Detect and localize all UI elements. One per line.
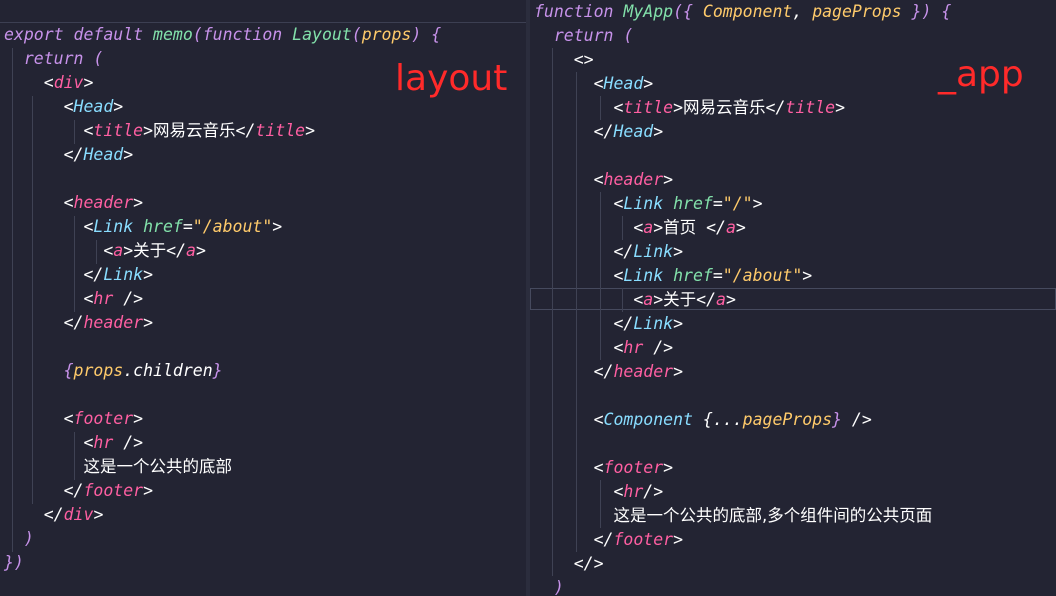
code-line[interactable]: ) bbox=[534, 576, 564, 596]
code-line[interactable]: </Link> bbox=[4, 263, 153, 287]
code-line[interactable]: <Head> bbox=[4, 95, 124, 119]
code-line[interactable]: <hr /> bbox=[4, 431, 143, 455]
code-line[interactable]: 这是一个公共的底部 bbox=[4, 455, 232, 479]
pane-label: layout bbox=[395, 58, 508, 99]
code-line[interactable]: <header> bbox=[4, 191, 143, 215]
code-line[interactable]: <Head> bbox=[534, 72, 654, 96]
code-line[interactable]: </div> bbox=[4, 503, 104, 527]
right-editor-pane[interactable]: _app function MyApp({ Component, pagePro… bbox=[530, 0, 1056, 596]
code-line[interactable]: <Component {...pageProps} /> bbox=[534, 408, 872, 432]
code-line[interactable]: return ( bbox=[4, 47, 103, 71]
code-line[interactable]: }) bbox=[4, 551, 24, 575]
code-line[interactable]: <footer> bbox=[534, 456, 673, 480]
code-line[interactable]: </Head> bbox=[4, 143, 134, 167]
code-line[interactable]: <footer> bbox=[4, 407, 143, 431]
code-line[interactable]: </Link> bbox=[534, 240, 683, 264]
code-line[interactable]: </> bbox=[534, 552, 604, 576]
code-line[interactable]: function MyApp({ Component, pageProps })… bbox=[534, 0, 951, 24]
code-line[interactable]: </Head> bbox=[534, 120, 664, 144]
code-line[interactable]: <a>关于</a> bbox=[4, 239, 206, 263]
code-line[interactable]: <Link href="/about"> bbox=[534, 264, 812, 288]
code-line[interactable]: </footer> bbox=[534, 528, 683, 552]
pane-label: _app bbox=[938, 54, 1024, 95]
code-line[interactable]: <> bbox=[534, 48, 594, 72]
code-line[interactable]: <title>网易云音乐</title> bbox=[4, 119, 315, 143]
code-line[interactable]: <title>网易云音乐</title> bbox=[534, 96, 845, 120]
code-line[interactable]: export default memo(function Layout(prop… bbox=[4, 23, 441, 47]
code-line[interactable]: ) bbox=[4, 527, 34, 551]
code-line[interactable]: <a>首页 </a> bbox=[534, 216, 746, 240]
code-line[interactable]: return ( bbox=[534, 24, 633, 48]
code-line[interactable]: {props.children} bbox=[4, 359, 223, 383]
code-line[interactable]: </footer> bbox=[4, 479, 153, 503]
code-line[interactable]: <div> bbox=[4, 71, 94, 95]
code-line[interactable]: <hr /> bbox=[4, 287, 143, 311]
code-line[interactable]: </Link> bbox=[534, 312, 683, 336]
code-line[interactable]: 这是一个公共的底部,多个组件间的公共页面 bbox=[534, 504, 932, 528]
code-line[interactable]: </header> bbox=[4, 311, 153, 335]
code-line[interactable]: <Link href="/"> bbox=[534, 192, 762, 216]
code-line[interactable]: <hr /> bbox=[534, 336, 673, 360]
left-editor-pane[interactable]: layout export default memo(function Layo… bbox=[0, 0, 526, 596]
code-line[interactable]: <header> bbox=[534, 168, 673, 192]
code-line[interactable]: <Link href="/about"> bbox=[4, 215, 282, 239]
code-line[interactable]: <hr/> bbox=[534, 480, 663, 504]
code-line[interactable]: </header> bbox=[534, 360, 683, 384]
code-line[interactable]: <a>关于</a> bbox=[534, 288, 736, 312]
editor-top-line bbox=[0, 0, 526, 23]
